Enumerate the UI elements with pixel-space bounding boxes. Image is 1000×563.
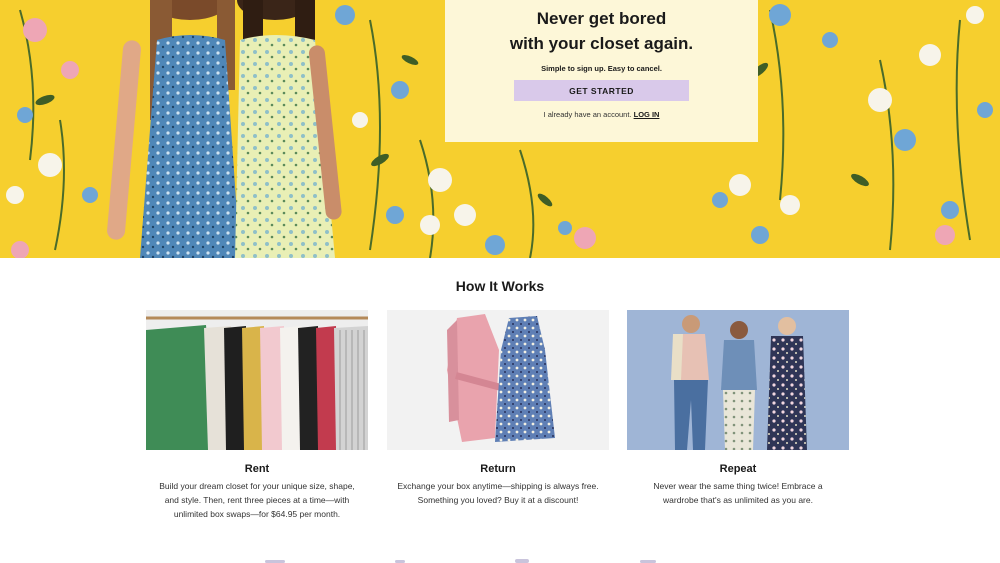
step-repeat: Repeat Never wear the same thing twice! … bbox=[627, 310, 849, 507]
step-return-title: Return bbox=[480, 463, 516, 475]
step-rent-title: Rent bbox=[244, 463, 270, 475]
signup-card: Never get bored with your closet again. … bbox=[445, 0, 758, 142]
step-repeat-desc-line: Never wear the same thing twice! Embrace… bbox=[653, 481, 823, 491]
women-in-floral-dresses-image bbox=[107, 0, 342, 258]
step-return: Return Exchange your box anytime—shippin… bbox=[387, 310, 609, 507]
step-return-desc-line: Exchange your box anytime—shipping is al… bbox=[397, 481, 599, 491]
hero-headline-line2: with your closet again. bbox=[509, 34, 694, 53]
login-prefix-text: I already have an account. bbox=[543, 110, 632, 119]
step-rent-description: Build your dream closet for your unique … bbox=[146, 479, 368, 521]
three-women-image bbox=[627, 310, 849, 450]
login-link[interactable]: LOG IN bbox=[634, 110, 660, 119]
get-started-button[interactable]: GET STARTED bbox=[514, 80, 689, 101]
step-rent-desc-line: unlimited box swaps—for $64.95 per month… bbox=[173, 509, 341, 519]
step-repeat-title: Repeat bbox=[719, 463, 757, 475]
hero-headline-line1: Never get bored bbox=[536, 9, 667, 28]
clothes-rack-image bbox=[146, 310, 368, 450]
step-repeat-description: Never wear the same thing twice! Embrace… bbox=[627, 479, 849, 507]
signup-subtext: Simple to sign up. Easy to cancel. bbox=[541, 64, 662, 73]
step-rent: Rent Build your dream closet for your un… bbox=[146, 310, 368, 521]
how-it-works-steps: Rent Build your dream closet for your un… bbox=[146, 310, 849, 530]
step-repeat-desc-line: wardrobe that's as unlimited as you are. bbox=[663, 495, 813, 505]
hero-headline: Never get bored with your closet again. bbox=[445, 6, 758, 56]
step-rent-desc-line: and style. Then, rent three pieces at a … bbox=[164, 495, 350, 505]
step-rent-desc-line: Build your dream closet for your unique … bbox=[159, 481, 355, 491]
pink-jacket-dress-image bbox=[387, 310, 609, 450]
login-line: I already have an account. LOG IN bbox=[445, 110, 758, 119]
how-it-works-title: How It Works bbox=[455, 278, 545, 294]
next-section-peek bbox=[265, 559, 656, 563]
step-return-desc-line: Something you loved? Buy it at a discoun… bbox=[417, 495, 579, 505]
step-return-description: Exchange your box anytime—shipping is al… bbox=[387, 479, 609, 507]
hero-banner: Never get bored with your closet again. … bbox=[0, 0, 1000, 258]
